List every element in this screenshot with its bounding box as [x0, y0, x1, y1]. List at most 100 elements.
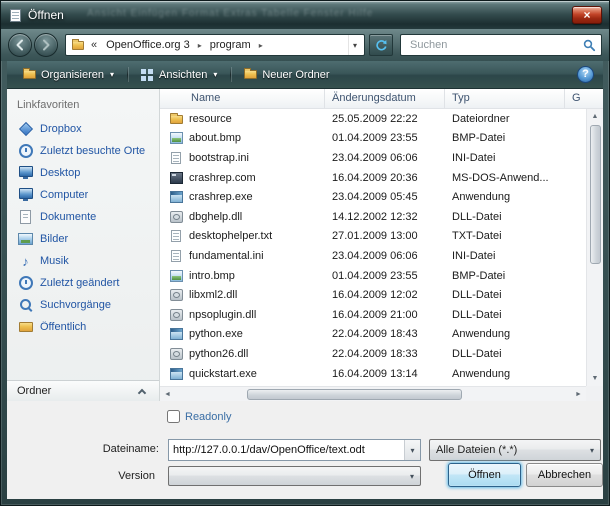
- sidebar-item-dropbox[interactable]: Dropbox: [7, 118, 159, 140]
- vertical-scrollbar[interactable]: ▲ ▼: [586, 109, 603, 386]
- column-header-size[interactable]: G: [565, 89, 603, 108]
- views-button[interactable]: Ansichten ▾: [134, 66, 224, 84]
- file-icon: [170, 328, 183, 340]
- horizontal-scrollbar[interactable]: ◄ ►: [160, 386, 586, 401]
- filename-dropdown-icon[interactable]: ▾: [404, 440, 420, 460]
- titlebar: Ansicht Einfügen Format Extras Tabelle F…: [1, 1, 609, 29]
- folders-label: Ordner: [17, 385, 51, 397]
- file-date: 01.04.2009 23:55: [325, 270, 445, 282]
- scroll-up-icon[interactable]: ▲: [587, 109, 603, 124]
- scroll-down-icon[interactable]: ▼: [587, 371, 603, 386]
- horizontal-scroll-thumb[interactable]: [247, 389, 462, 400]
- address-history-dropdown[interactable]: ▾: [348, 35, 361, 55]
- file-name: bootstrap.ini: [189, 152, 249, 164]
- file-date: 25.05.2009 22:22: [325, 113, 445, 125]
- sidebar-item-computer[interactable]: Computer: [7, 184, 159, 206]
- desktop-icon: [18, 166, 33, 180]
- file-name: dbghelp.dll: [189, 211, 242, 223]
- readonly-checkbox[interactable]: [167, 410, 180, 423]
- sidebar-item-label: Desktop: [40, 167, 80, 179]
- file-row[interactable]: dbghelp.dll 14.12.2002 12:32 DLL-Datei: [160, 207, 586, 227]
- sidebar-item-label: Computer: [40, 189, 88, 201]
- version-select[interactable]: ▾: [168, 466, 421, 486]
- file-row[interactable]: intro.bmp 01.04.2009 23:55 BMP-Datei: [160, 266, 586, 286]
- file-type: BMP-Datei: [445, 132, 565, 144]
- scroll-left-icon[interactable]: ◄: [160, 387, 175, 401]
- new-folder-button[interactable]: Neuer Ordner: [237, 66, 336, 84]
- file-icon: [171, 152, 181, 164]
- sidebar-item-label: Öffentlich: [40, 321, 86, 333]
- sidebar-item-pictures[interactable]: Bilder: [7, 228, 159, 250]
- forward-button[interactable]: [34, 33, 58, 57]
- sidebar-item-public[interactable]: Öffentlich: [7, 316, 159, 338]
- breadcrumb-separator-icon[interactable]: ▸: [257, 41, 265, 50]
- column-header-date[interactable]: Änderungsdatum: [325, 89, 445, 108]
- file-name: python.exe: [189, 328, 243, 340]
- new-folder-icon: [244, 70, 257, 79]
- file-type: Anwendung: [445, 328, 565, 340]
- column-header-name[interactable]: Name: [160, 89, 325, 108]
- filename-input[interactable]: [169, 444, 404, 456]
- sidebar-item-desktop[interactable]: Desktop: [7, 162, 159, 184]
- list-header: Name Änderungsdatum Typ G: [160, 89, 603, 109]
- breadcrumb-separator-icon[interactable]: ▸: [196, 41, 204, 50]
- sidebar-item-label: Zuletzt geändert: [40, 277, 120, 289]
- sidebar-item-music[interactable]: Musik: [7, 250, 159, 272]
- sidebar-item-documents[interactable]: Dokumente: [7, 206, 159, 228]
- file-row[interactable]: crashrep.com 16.04.2009 20:36 MS-DOS-Anw…: [160, 168, 586, 188]
- search-box: [400, 34, 602, 56]
- column-header-type[interactable]: Typ: [445, 89, 565, 108]
- file-date: 23.04.2009 05:45: [325, 191, 445, 203]
- version-dropdown-icon[interactable]: ▾: [404, 467, 420, 485]
- public-icon: [18, 320, 33, 334]
- help-button[interactable]: ?: [577, 66, 594, 83]
- file-row[interactable]: quickstart.exe 16.04.2009 13:14 Anwendun…: [160, 364, 586, 384]
- window-icon: [10, 9, 21, 22]
- search-input[interactable]: [408, 38, 583, 52]
- organize-button[interactable]: Organisieren ▾: [16, 66, 121, 84]
- sidebar-item-recently-changed[interactable]: Zuletzt geändert: [7, 272, 159, 294]
- refresh-icon: [375, 39, 388, 52]
- sidebar-item-label: Zuletzt besuchte Orte: [40, 145, 145, 157]
- file-row[interactable]: npsoplugin.dll 16.04.2009 21:00 DLL-Date…: [160, 305, 586, 325]
- file-row[interactable]: python26.dll 22.04.2009 18:33 DLL-Datei: [160, 344, 586, 364]
- back-button[interactable]: [8, 33, 32, 57]
- breadcrumb-item[interactable]: program: [204, 38, 257, 52]
- file-row[interactable]: libxml2.dll 16.04.2009 12:02 DLL-Datei: [160, 285, 586, 305]
- sidebar-item-searches[interactable]: Suchvorgänge: [7, 294, 159, 316]
- file-row[interactable]: crashrep.exe 23.04.2009 05:45 Anwendung: [160, 187, 586, 207]
- close-button[interactable]: ×: [572, 6, 602, 24]
- file-icon: [170, 368, 183, 380]
- file-row[interactable]: about.bmp 01.04.2009 23:55 BMP-Datei: [160, 129, 586, 149]
- file-row[interactable]: resource 25.05.2009 22:22 Dateiordner: [160, 109, 586, 129]
- sidebar: Linkfavoriten Dropbox Zuletzt besuchte O…: [7, 89, 160, 401]
- sidebar-item-label: Bilder: [40, 233, 68, 245]
- file-icon: [170, 115, 183, 124]
- scroll-right-icon[interactable]: ►: [571, 387, 586, 401]
- file-type: TXT-Datei: [445, 230, 565, 242]
- breadcrumb-item[interactable]: OpenOffice.org 3: [100, 38, 196, 52]
- organize-icon: [23, 70, 36, 79]
- sidebar-item-recent-places[interactable]: Zuletzt besuchte Orte: [7, 140, 159, 162]
- filetype-dropdown-icon[interactable]: ▾: [584, 440, 600, 460]
- file-name: intro.bmp: [189, 270, 235, 282]
- filetype-select[interactable]: Alle Dateien (*.*) ▾: [429, 439, 601, 461]
- search-icon[interactable]: [583, 39, 596, 52]
- file-icon: [170, 309, 183, 321]
- file-type: DLL-Datei: [445, 348, 565, 360]
- refresh-button[interactable]: [369, 34, 393, 56]
- folders-expander[interactable]: Ordner: [7, 380, 159, 401]
- breadcrumb-overflow-button[interactable]: «: [88, 39, 100, 51]
- open-button[interactable]: Öffnen: [448, 463, 521, 487]
- file-row[interactable]: fundamental.ini 23.04.2009 06:06 INI-Dat…: [160, 246, 586, 266]
- vertical-scroll-thumb[interactable]: [590, 125, 601, 264]
- file-name: npsoplugin.dll: [189, 309, 256, 321]
- file-row[interactable]: bootstrap.ini 23.04.2009 06:06 INI-Datei: [160, 148, 586, 168]
- back-arrow-icon: [14, 39, 26, 51]
- organize-label: Organisieren: [41, 69, 104, 81]
- toolbar-separator: [230, 67, 231, 82]
- cancel-button[interactable]: Abbrechen: [526, 463, 603, 487]
- file-name: libxml2.dll: [189, 289, 237, 301]
- file-row[interactable]: python.exe 22.04.2009 18:43 Anwendung: [160, 325, 586, 345]
- file-row[interactable]: desktophelper.txt 27.01.2009 13:00 TXT-D…: [160, 227, 586, 247]
